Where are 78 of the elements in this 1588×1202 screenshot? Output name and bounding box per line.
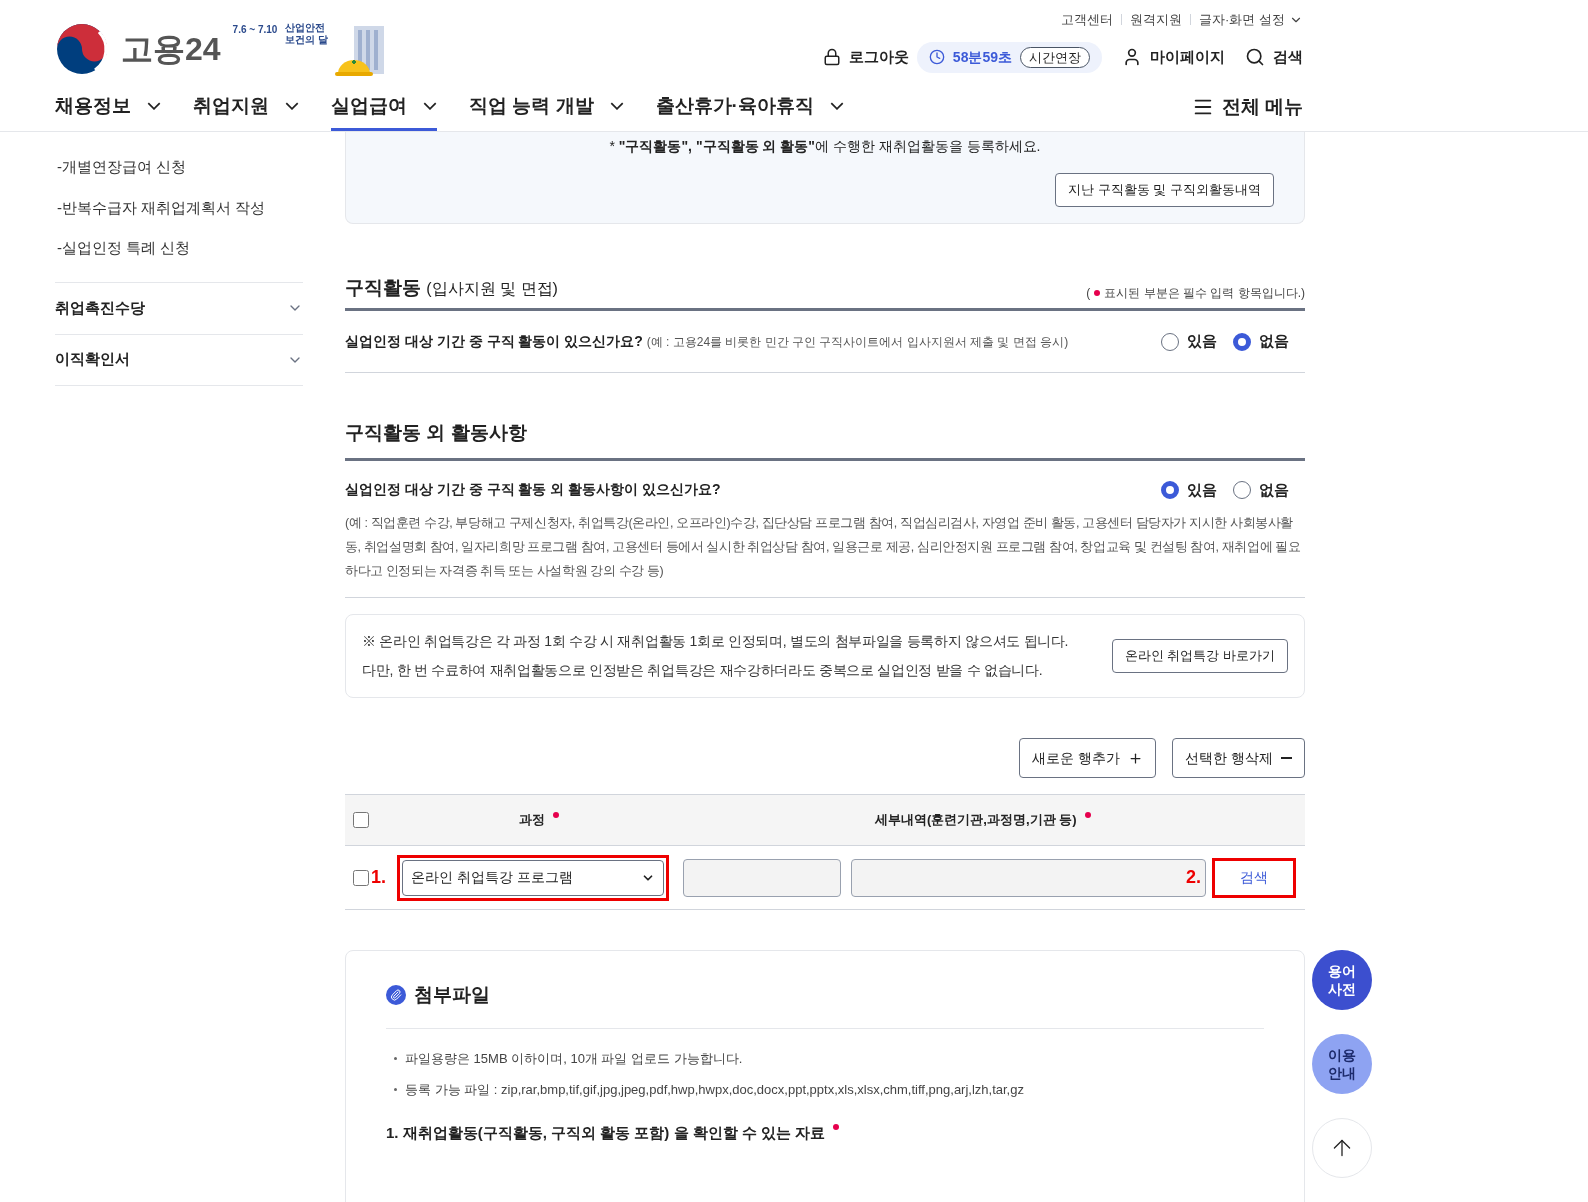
- plus-icon: [1128, 750, 1144, 766]
- radio-option[interactable]: 있음: [1161, 478, 1217, 501]
- minus-icon: [1281, 757, 1292, 759]
- select-all-checkbox[interactable]: [353, 812, 369, 828]
- radio-label: 있음: [1187, 331, 1217, 352]
- search-button[interactable]: 검색: [1212, 857, 1296, 898]
- nav-tab[interactable]: 직업 능력 개발: [469, 91, 624, 131]
- radio-option[interactable]: 없음: [1233, 478, 1289, 501]
- extend-button[interactable]: 시간연장: [1020, 46, 1090, 68]
- input-field[interactable]: [683, 858, 841, 897]
- chevron-down-icon: [147, 101, 161, 110]
- radio-button[interactable]: [1161, 480, 1179, 499]
- paperclip-icon: [386, 985, 406, 1006]
- radio-option[interactable]: 있음: [1161, 330, 1217, 353]
- column-header: 세부내역(훈련기관,과정명,기관 등): [875, 810, 1091, 830]
- required-mark: [553, 812, 559, 819]
- required-mark: [833, 1123, 840, 1130]
- glossary-button[interactable]: 용어 사전: [1312, 950, 1372, 1010]
- user-icon: [1122, 47, 1142, 68]
- chevron-down-icon: [423, 101, 437, 110]
- all-menu-button[interactable]: 전체 메뉴: [1191, 92, 1303, 131]
- timer-text: 58분59초: [952, 47, 1012, 67]
- event-dates: 7.6 ~ 7.10: [232, 23, 278, 37]
- question-text: 실업인정 대상 기간 중 구직 활동 외 활동사항이 있으신가요?: [345, 480, 721, 500]
- notice-text: *"구직활동", "구직활동 외 활동"에 수행한 재취업활동을 등록하세요.: [609, 137, 1041, 156]
- utility-link[interactable]: 글자·화면 설정: [1199, 10, 1303, 30]
- required-mark: [1084, 812, 1091, 819]
- sidebar-subitem[interactable]: -개별연장급여 신청: [57, 156, 303, 179]
- online-lecture-button[interactable]: 온라인 취업특강 바로가기: [1111, 639, 1288, 673]
- chevron-down-icon: [285, 101, 299, 110]
- radio-button[interactable]: [1233, 332, 1251, 351]
- info-text: 다만, 한 번 수료하여 재취업활동으로 인정받은 취업특강은 재수강하더라도 중복으로 실업인정 받을 수 없습니다.: [362, 661, 1044, 680]
- nav-tab[interactable]: 채용정보: [55, 91, 161, 131]
- search-icon: [1245, 47, 1265, 68]
- logo-text[interactable]: 고용24: [121, 25, 221, 73]
- nav-tab[interactable]: 출산휴가·육아휴직: [655, 91, 844, 131]
- question-text: 실업인정 대상 기간 중 구직 활동이 있으신가요? (예 : 고용24를 비롯한 민간 구인 구직사이트에서 입사지원서 제출 및 면접 응시): [345, 332, 1069, 351]
- annotation-label: 1.: [371, 866, 387, 889]
- add-row-button[interactable]: 새로운 행추가: [1019, 738, 1157, 778]
- sidebar-subitem[interactable]: -반복수급자 재취업계획서 작성: [57, 196, 303, 219]
- attachment-title: 첨부파일: [414, 983, 490, 1007]
- radio-label: 없음: [1259, 479, 1289, 500]
- section-title: 구직활동 외 활동사항: [345, 419, 1305, 461]
- event-title: 산업안전 보건의 달: [285, 22, 329, 46]
- clock-icon: [928, 49, 945, 66]
- required-note: ( 표시된 부분은 필수 입력 항목입니다.): [1086, 285, 1305, 302]
- example-text: (예 : 직업훈련 수강, 부당해고 구제신청자, 취업특강(온라인, 오프라인)수강, 집단상담 프로그램 참여, 직업심리검사, 자영업 준비 활동, 고용센터 담당자가 지시한 사회봉사활동, 취업설명회 참여, 일자리희망 프로그램 참여, 고용센터 등에서 실시한 취업상담 참여, 일용근로 제공, 심리안정지원 프로그램 참여, 창업교육 및 컨설팅 참여, 재취업에 필요하다고 인정되는 자격증 취득 또는 사설학원 강의 수강 등): [345, 511, 1305, 598]
- course-select[interactable]: 온라인 취업특강 프로그램: [402, 859, 664, 896]
- utility-link[interactable]: 원격지원: [1130, 10, 1183, 30]
- delete-row-button[interactable]: 선택한 행삭제: [1172, 738, 1305, 778]
- radio-label: 없음: [1259, 331, 1289, 352]
- logo-icon: [55, 22, 109, 76]
- sidebar-group[interactable]: 취업촉진수당: [55, 281, 303, 334]
- sidebar-group[interactable]: 이직확인서: [55, 333, 303, 386]
- chevron-down-icon: [829, 101, 844, 110]
- lock-icon: [822, 48, 841, 67]
- sidebar-subitem[interactable]: -실업인정 특례 신청: [57, 237, 303, 260]
- search-link[interactable]: 검색: [1245, 46, 1303, 69]
- section-title: 구직활동 (입사지원 및 면접): [345, 275, 558, 300]
- column-header: 과정: [519, 810, 559, 830]
- guide-button[interactable]: 이용 안내: [1312, 1034, 1372, 1094]
- logout-link[interactable]: 로그아웃: [822, 46, 909, 69]
- input-field[interactable]: 2.: [851, 858, 1206, 897]
- radio-label: 있음: [1187, 479, 1217, 500]
- chevron-down-icon: [609, 101, 624, 110]
- attachment-section-title: 1. 재취업활동(구직활동, 구직외 활동 포함) 을 확인할 수 있는 자료: [386, 1121, 1264, 1144]
- attachment-note: 파일용량은 15MB 이하이며, 10개 파일 업로드 가능합니다.: [394, 1048, 1264, 1068]
- annotation-label: 2.: [1186, 866, 1201, 889]
- row-checkbox[interactable]: [353, 869, 369, 886]
- attachment-note: 등록 가능 파일 : zip,rar,bmp,tif,gif,jpg,jpeg,pdf,hwp,hwpx,doc,docx,ppt,pptx,xls,xlsx,chm,tiff,png,arj,lzh,tar,gz: [394, 1080, 1264, 1100]
- radio-button[interactable]: [1161, 332, 1179, 351]
- utility-link[interactable]: 고객센터: [1061, 10, 1114, 30]
- info-text: ※ 온라인 취업특강은 각 과정 1회 수강 시 재취업활동 1회로 인정되며, 별도의 첨부파일을 등록하지 않으셔도 됩니다.: [362, 632, 1069, 651]
- mypage-link[interactable]: 마이페이지: [1122, 46, 1225, 69]
- history-button[interactable]: 지난 구직활동 및 구직외활동내역: [1055, 173, 1274, 207]
- radio-option[interactable]: 없음: [1233, 330, 1289, 353]
- radio-button[interactable]: [1233, 480, 1251, 499]
- nav-tab[interactable]: 취업지원: [193, 91, 299, 131]
